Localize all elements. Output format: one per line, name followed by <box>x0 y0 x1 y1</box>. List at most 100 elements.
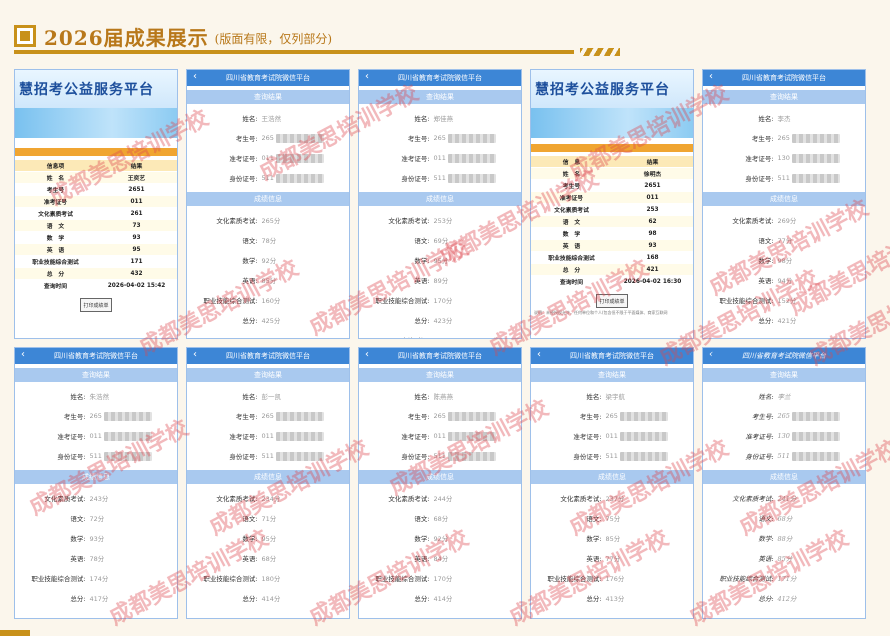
title-bar: ‹ 四川省教育考试院微信平台 <box>531 348 693 364</box>
field-value: 180分 <box>262 573 281 583</box>
row-math: 数学: 92分 <box>359 528 521 548</box>
field-label: 文化素质考试: <box>560 495 602 503</box>
print-button[interactable]: 打印成绩单 <box>80 298 112 312</box>
value-text: 414分 <box>433 595 453 603</box>
value-text: 253分 <box>433 217 453 225</box>
table-key: 文化素质考试 <box>15 207 96 220</box>
field-value: 511 <box>434 451 496 461</box>
field-label: 职业技能综合测试: <box>719 575 774 583</box>
table-value: 73 <box>96 219 177 232</box>
table-key: 准考证号 <box>15 195 96 208</box>
field-label: 数学: <box>586 535 602 543</box>
field-value: 511 <box>606 451 668 461</box>
row-total: 总分: 417分 <box>15 588 177 608</box>
value-text: 85分 <box>605 535 621 543</box>
result-card-banner-1: 慧招考公益服务平台 信息项 结果姓 名王奕艺 考生号 2651 准考证号 011 文化素质考… <box>14 69 178 339</box>
field-label: 身份证号: <box>57 453 86 461</box>
value-text: 71分 <box>261 515 277 523</box>
back-chevron-icon[interactable]: ‹ <box>537 349 541 360</box>
field-label: 姓名: <box>414 393 430 401</box>
table-value: 432 <box>96 267 177 280</box>
field-label: 语文: <box>414 515 430 523</box>
row-name: 姓名: 朱浩然 <box>15 386 177 406</box>
table-value: 98 <box>612 227 693 240</box>
platform-banner: 慧招考公益服务平台 <box>15 70 177 108</box>
field-label: 总分: <box>586 595 602 603</box>
field-label: 考生号: <box>235 135 258 143</box>
row-vocational: 职业技能综合测试: 171分 <box>703 568 865 588</box>
back-chevron-icon[interactable]: ‹ <box>709 71 713 82</box>
print-button[interactable]: 打印成绩单 <box>596 294 628 308</box>
table-row: 文化素质考试 261 <box>15 207 177 220</box>
row-id-no: 身份证号: 511 <box>703 168 865 188</box>
back-chevron-icon[interactable]: ‹ <box>193 71 197 82</box>
value-text: 68分 <box>433 515 449 523</box>
row-chinese: 语文: 78分 <box>187 230 349 250</box>
table-row: 考生号 2651 <box>531 179 693 192</box>
banner-title: 慧招考公益服务平台 <box>19 82 154 98</box>
row-total: 总分: 413分 <box>531 588 693 608</box>
score-section-header: 成绩信息 <box>15 470 177 484</box>
table-row: 数 学 93 <box>15 231 177 244</box>
field-value: 174分 <box>90 573 109 583</box>
row-id-no: 身份证号: 511 <box>15 446 177 466</box>
row-name: 姓名: 李兰 <box>703 386 865 406</box>
row-vocational: 职业技能综合测试: 176分 <box>531 568 693 588</box>
row-quality-exam: 文化素质考试: 237分 <box>531 488 693 508</box>
row-total: 总分: 412分 <box>703 588 865 608</box>
field-label: 身份证号: <box>229 453 258 461</box>
value-text: 265 <box>261 134 274 142</box>
row-math: 数学: 85分 <box>531 528 693 548</box>
field-label: 考生号: <box>751 413 774 421</box>
table-value: 011 <box>612 191 693 204</box>
field-value: 95分 <box>434 255 449 265</box>
result-card: ‹ 四川省教育考试院微信平台 查询结果 姓名: 李杰 考生号: 265 准考证号: 130 身份证… <box>702 69 866 339</box>
field-label: 准考证号: <box>745 433 774 441</box>
row-quality-exam: 文化素质考试: 234分 <box>187 488 349 508</box>
table-row: 查询时间 2026-04-02 15:42 <box>15 279 177 292</box>
field-value: 68分 <box>434 513 449 523</box>
field-value: 265 <box>778 411 840 421</box>
back-chevron-icon[interactable]: ‹ <box>365 71 369 82</box>
header-divider <box>14 50 574 54</box>
value-text: 78分 <box>261 237 277 245</box>
value-text: 176分 <box>605 575 625 583</box>
field-label: 语文: <box>242 515 258 523</box>
back-chevron-icon[interactable]: ‹ <box>365 349 369 360</box>
field-value: 130 <box>778 153 840 163</box>
field-value: 85分 <box>606 533 621 543</box>
table-row: 总 分 421 <box>531 263 693 276</box>
row-total: 总分: 414分 <box>359 588 521 608</box>
row-id-no: 身份证号: 511 <box>359 446 521 466</box>
value-text: 152分 <box>777 297 797 305</box>
field-label: 英语: <box>414 555 430 563</box>
back-chevron-icon[interactable]: ‹ <box>709 349 713 360</box>
field-value: 265 <box>606 411 668 421</box>
back-chevron-icon[interactable]: ‹ <box>193 349 197 360</box>
table-value: 95 <box>96 243 177 256</box>
back-chevron-icon[interactable]: ‹ <box>21 349 25 360</box>
value-text: 89分 <box>433 277 449 285</box>
field-label: 身份证号: <box>229 175 258 183</box>
result-table: 信 息结果姓 名徐明杰 考生号 2651 准考证号 011 文化素质考试 253 语 文 62 数… <box>531 156 693 288</box>
field-value: 李兰 <box>778 391 791 401</box>
row-name: 姓名: 李杰 <box>703 108 865 128</box>
redacted-block <box>103 411 152 421</box>
row-math: 数学: 88分 <box>703 528 865 548</box>
row-id-no: 身份证号: 511 <box>187 168 349 188</box>
table-value: 2026-04-02 16:30 <box>612 275 693 288</box>
row-name: 姓名: 陈燕燕 <box>359 386 521 406</box>
row-english: 英语: 78分 <box>15 548 177 568</box>
field-label: 身份证号: <box>401 453 430 461</box>
table-value: 2651 <box>96 183 177 196</box>
row-english: 英语: 68分 <box>187 548 349 568</box>
row-name: 姓名: 梁宇航 <box>531 386 693 406</box>
result-card: ‹ 四川省教育考试院微信平台 查询结果 姓名: 陈燕燕 考生号: 265 准考证号: 011 身份… <box>358 347 522 619</box>
row-vocational: 职业技能综合测试: 180分 <box>187 568 349 588</box>
table-key: 英 语 <box>531 239 612 252</box>
field-value: 511 <box>90 451 152 461</box>
field-value: 011 <box>90 431 152 441</box>
value-text: 77分 <box>605 555 621 563</box>
field-value: 011 <box>262 431 324 441</box>
table-header-cell: 结果 <box>612 156 693 168</box>
